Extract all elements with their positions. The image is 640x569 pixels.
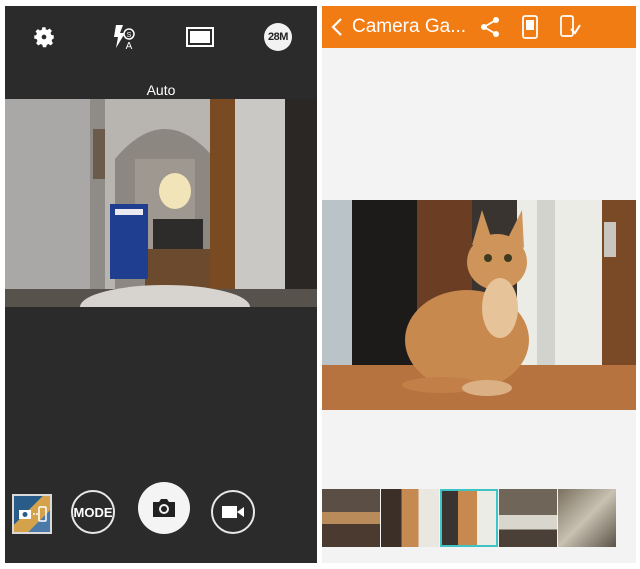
svg-text:S: S [127,32,132,39]
share-icon[interactable] [470,6,510,48]
thumbnail-item[interactable] [499,489,557,547]
gallery-title: Camera Ga... [352,16,467,37]
flash-auto-icon[interactable]: S A [105,20,139,54]
thumbnail-item[interactable] [558,489,616,547]
phone-device-icon[interactable] [510,6,550,48]
camera-top-toolbar: S A 28M [5,6,317,68]
resolution-button[interactable]: 28M [261,20,295,54]
video-record-button[interactable] [211,490,255,534]
camera-icon [153,499,175,517]
gallery-screen: Camera Ga... [322,6,636,563]
camera-screen: S A 28M Auto MODE [5,6,317,563]
gear-icon[interactable] [27,20,61,54]
gallery-thumbnail-button[interactable] [12,494,52,534]
resolution-badge: 28M [264,23,292,51]
gallery-main-photo[interactable] [322,200,636,410]
shutter-button[interactable] [138,482,190,534]
thumbnail-item[interactable] [381,489,439,547]
camera-bottom-controls: MODE [5,482,317,546]
video-camera-icon [222,506,244,518]
svg-text:A: A [126,41,133,52]
gallery-action-bar: Camera Ga... [322,6,636,48]
thumbnail-item-selected[interactable] [440,489,498,547]
thumbnail-item[interactable] [322,489,380,547]
thumbnail-strip [322,489,636,547]
shooting-mode-label: Auto [146,82,176,98]
download-to-device-icon[interactable] [550,6,590,48]
camera-viewfinder[interactable] [5,99,317,307]
mode-button[interactable]: MODE [71,490,115,534]
back-chevron-icon[interactable] [322,17,352,37]
aspect-ratio-icon[interactable] [183,20,217,54]
